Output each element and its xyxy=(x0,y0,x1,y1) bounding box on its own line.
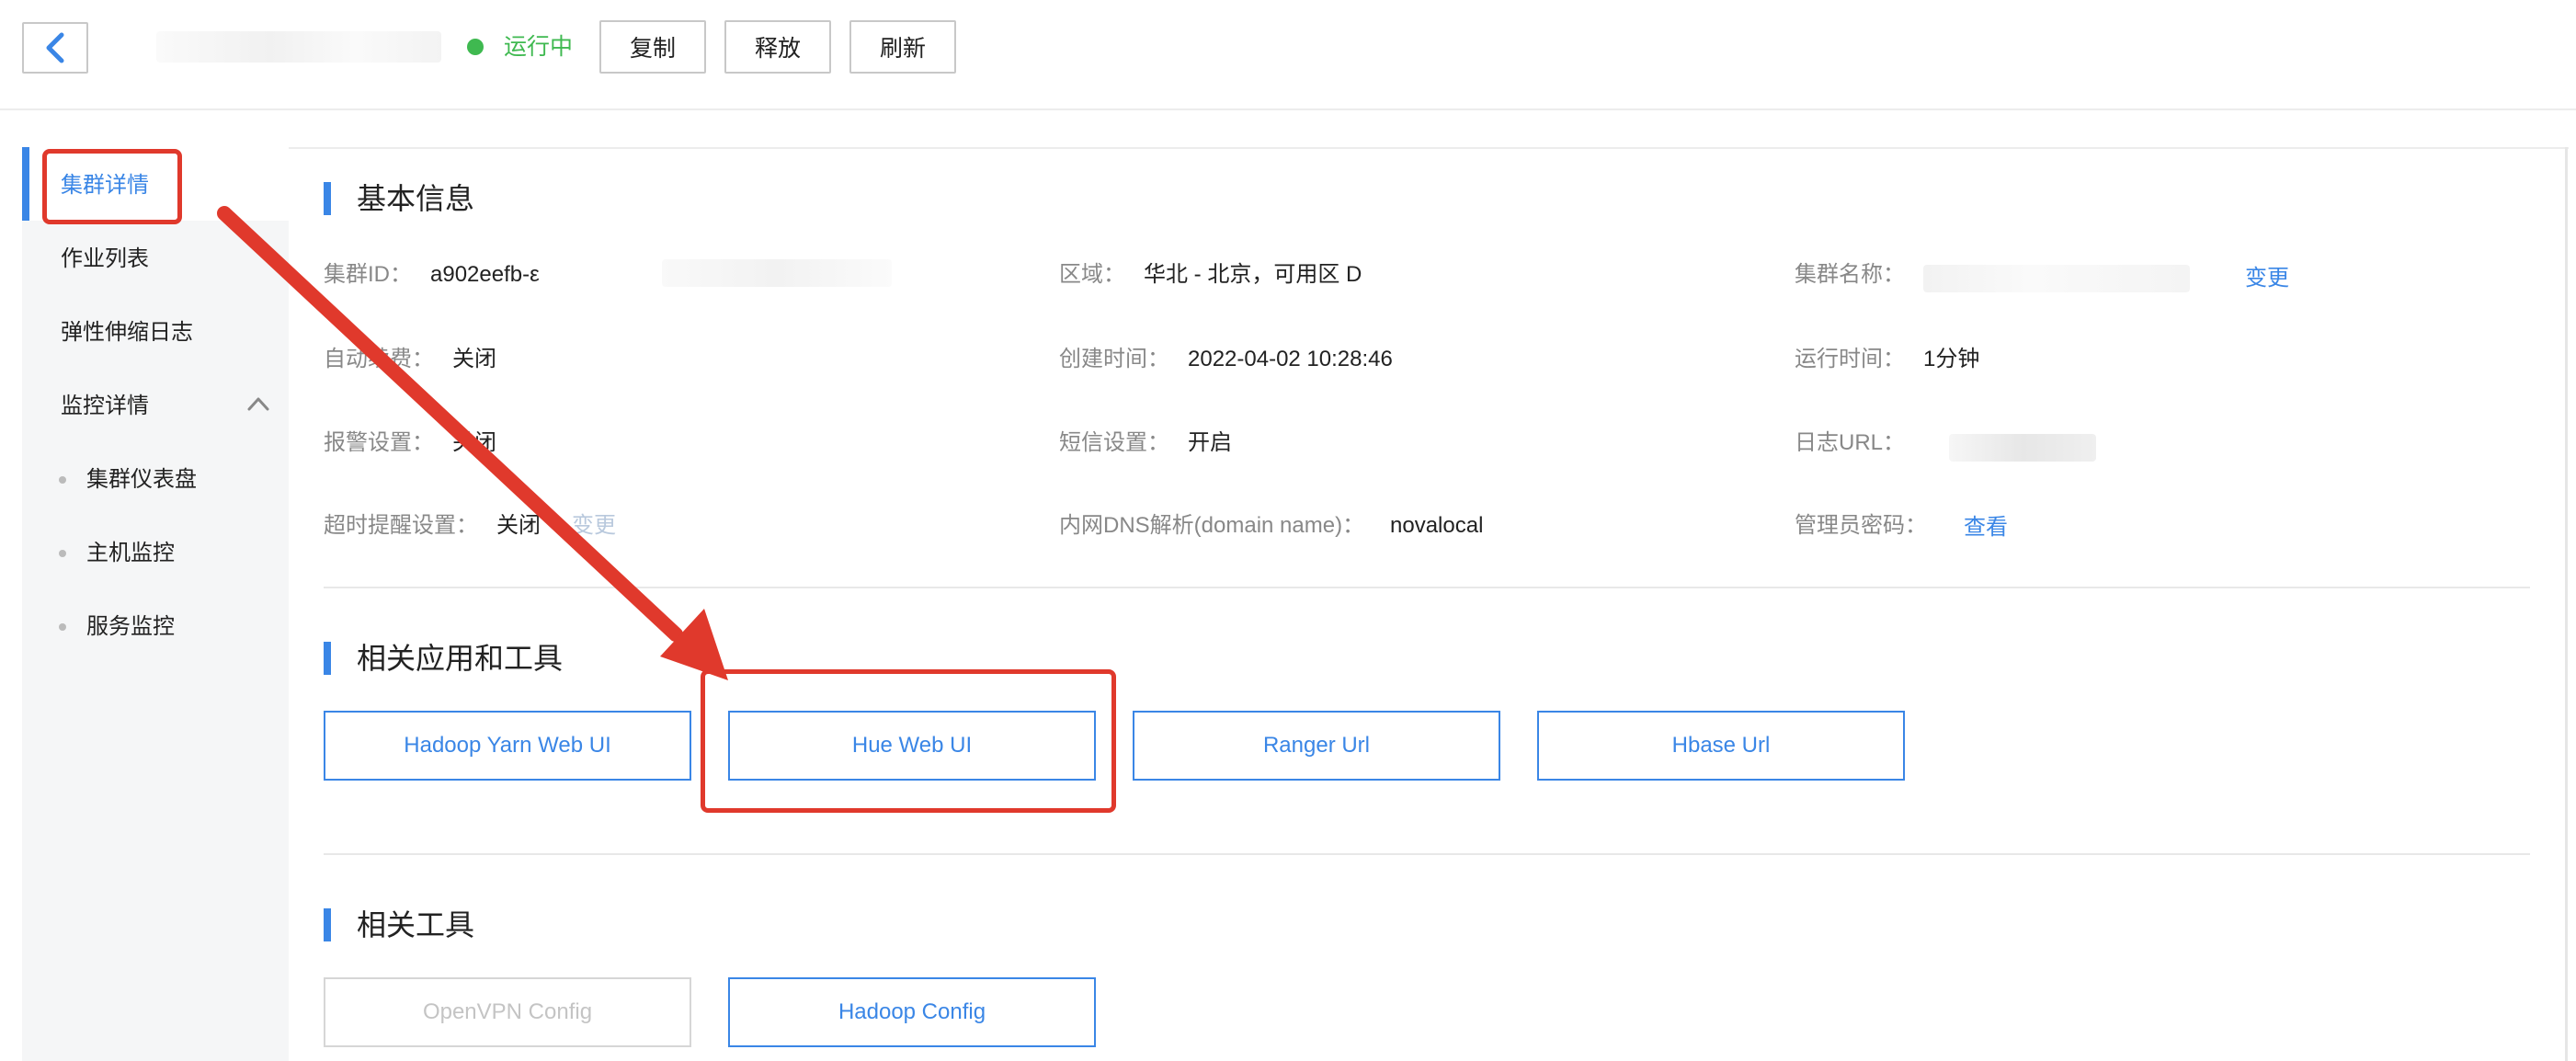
bullet-icon xyxy=(59,476,66,484)
openvpn-config-button: OpenVPN Config xyxy=(324,977,691,1047)
auto-renew-label: 自动续费： xyxy=(324,347,434,371)
alarm-value: 关闭 xyxy=(452,430,496,455)
copy-button[interactable]: 复制 xyxy=(599,20,706,74)
back-button[interactable] xyxy=(22,22,88,74)
annotation-highlight-hue-web-ui xyxy=(701,669,1116,813)
create-time-value: 2022-04-02 10:28:46 xyxy=(1188,347,1393,371)
section-title-apps-tools: 相关应用和工具 xyxy=(357,642,564,675)
sidebar-subitem-dashboard[interactable]: 集群仪表盘 xyxy=(86,465,197,495)
cluster-name-value-redacted xyxy=(1923,265,2190,292)
sidebar-item-job-list[interactable]: 作业列表 xyxy=(61,245,149,274)
sidebar-subitem-host-monitor[interactable]: 主机监控 xyxy=(86,539,175,568)
annotation-highlight-cluster-detail xyxy=(42,149,182,224)
cluster-name-redacted xyxy=(156,31,441,63)
region-label: 区域： xyxy=(1059,262,1125,287)
refresh-button[interactable]: 刷新 xyxy=(849,20,956,74)
section-accent-bar xyxy=(324,642,331,675)
cluster-id-redacted xyxy=(662,259,892,287)
sidebar-item-monitor-detail[interactable]: 监控详情 xyxy=(61,392,149,421)
bullet-icon xyxy=(59,550,66,557)
section-accent-bar xyxy=(324,908,331,941)
ranger-url-button[interactable]: Ranger Url xyxy=(1133,711,1500,781)
hadoop-config-button[interactable]: Hadoop Config xyxy=(728,977,1096,1047)
sms-value: 开启 xyxy=(1188,430,1232,455)
hbase-url-button[interactable]: Hbase Url xyxy=(1537,711,1905,781)
section-accent-bar xyxy=(324,182,331,215)
chevron-left-icon xyxy=(46,32,64,63)
section-title-basic-info: 基本信息 xyxy=(357,182,475,215)
log-url-redacted xyxy=(1949,434,2096,462)
bullet-icon xyxy=(59,623,66,631)
change-cluster-name-link[interactable]: 变更 xyxy=(2245,264,2289,293)
dns-value: novalocal xyxy=(1390,513,1484,538)
hadoop-yarn-web-ui-button[interactable]: Hadoop Yarn Web UI xyxy=(324,711,691,781)
admin-password-label: 管理员密码： xyxy=(1795,513,1927,538)
alarm-label: 报警设置： xyxy=(324,430,434,455)
status-text: 运行中 xyxy=(504,34,574,60)
dns-label: 内网DNS解析(domain name)： xyxy=(1059,513,1365,538)
cluster-id-label: 集群ID： xyxy=(324,262,412,287)
scrollbar-track[interactable] xyxy=(2565,147,2568,1061)
cluster-name-label: 集群名称： xyxy=(1795,262,1905,287)
create-time-label: 创建时间： xyxy=(1059,347,1169,371)
chevron-up-icon[interactable] xyxy=(246,395,270,412)
view-admin-password-link[interactable]: 查看 xyxy=(1964,513,2008,542)
section-title-tools: 相关工具 xyxy=(357,908,475,941)
log-url-label: 日志URL： xyxy=(1795,430,1906,455)
sidebar-subitem-service-monitor[interactable]: 服务监控 xyxy=(86,612,175,642)
cluster-id-value: a902eefb-ε xyxy=(430,262,540,287)
timeout-change-link[interactable]: 变更 xyxy=(572,511,616,541)
main-top-border xyxy=(289,147,2569,149)
section-divider xyxy=(324,853,2530,855)
sidebar-item-scaling-log[interactable]: 弹性伸缩日志 xyxy=(61,318,193,348)
page-header: 运行中 复制 释放 刷新 xyxy=(0,0,2576,110)
run-time-label: 运行时间： xyxy=(1795,347,1905,371)
sms-label: 短信设置： xyxy=(1059,430,1169,455)
timeout-label: 超时提醒设置： xyxy=(324,513,478,538)
release-button[interactable]: 释放 xyxy=(724,20,831,74)
status-dot xyxy=(467,39,484,55)
region-value: 华北 - 北京，可用区 D xyxy=(1144,262,1362,287)
run-time-value: 1分钟 xyxy=(1923,347,1980,371)
timeout-value: 关闭 xyxy=(496,513,541,538)
sidebar-active-indicator xyxy=(22,147,29,221)
section-divider xyxy=(324,587,2530,588)
auto-renew-value: 关闭 xyxy=(452,347,496,371)
sidebar xyxy=(22,147,289,1061)
